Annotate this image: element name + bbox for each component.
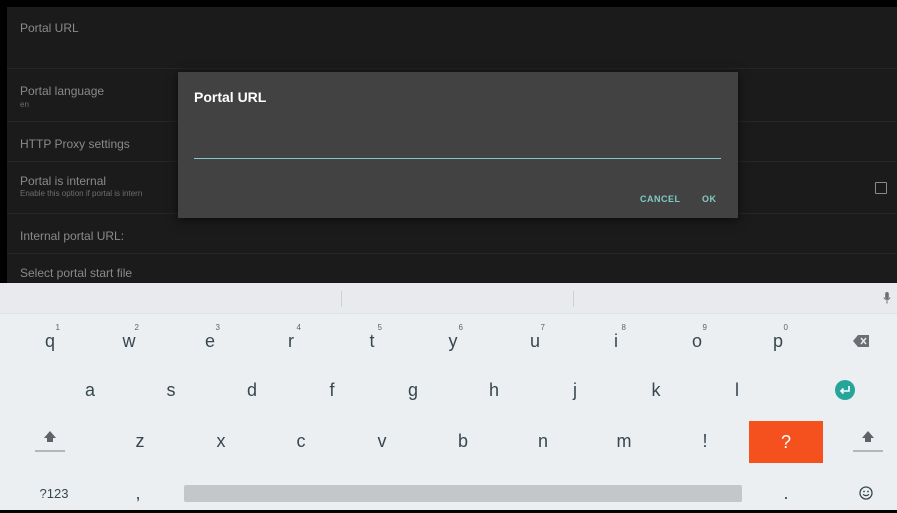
key-label: y: [448, 330, 458, 351]
enter-icon: [835, 380, 855, 400]
portal-internal-checkbox[interactable]: [875, 182, 887, 194]
key-label: u: [529, 330, 540, 351]
key-hint: 0: [783, 323, 788, 332]
key-i[interactable]: i8: [592, 321, 640, 361]
key-r[interactable]: r4: [267, 321, 315, 361]
enter-key[interactable]: [825, 370, 865, 410]
emoji-icon: [859, 486, 873, 500]
key-o[interactable]: o9: [673, 321, 721, 361]
key-label: e: [204, 330, 215, 351]
period-key[interactable]: .: [766, 473, 806, 513]
key-s[interactable]: s: [147, 370, 195, 410]
shift-key-right[interactable]: [843, 421, 893, 461]
key-n[interactable]: n: [519, 421, 567, 461]
settings-row-title: HTTP Proxy settings: [20, 137, 130, 151]
key-b[interactable]: b: [439, 421, 487, 461]
settings-row-subtitle: Enable this option if portal is intern: [20, 189, 143, 198]
emoji-key[interactable]: [846, 473, 886, 513]
key-hint: 4: [296, 323, 301, 332]
key-hint: 8: [621, 323, 626, 332]
key-h[interactable]: h: [470, 370, 518, 410]
key-c[interactable]: c: [277, 421, 325, 461]
key-hint: 1: [55, 323, 60, 332]
settings-row-portal-url[interactable]: Portal URL: [7, 7, 897, 69]
microphone-icon[interactable]: [883, 292, 891, 304]
key-hint: 5: [377, 323, 382, 332]
key-label: r: [288, 330, 294, 351]
key-e[interactable]: e3: [186, 321, 234, 361]
backspace-key[interactable]: [831, 321, 891, 361]
key-hint: 7: [540, 323, 545, 332]
key-v[interactable]: v: [358, 421, 406, 461]
settings-row-portal-start-file[interactable]: Select portal start file: [7, 254, 897, 283]
key-d[interactable]: d: [228, 370, 276, 410]
settings-row-title: Portal is internal: [20, 174, 107, 188]
key-m[interactable]: m: [600, 421, 648, 461]
key-hint: 2: [134, 323, 139, 332]
key-label: o: [691, 330, 702, 351]
key-hint: 9: [702, 323, 707, 332]
spacebar[interactable]: [184, 485, 742, 502]
key-a[interactable]: a: [66, 370, 114, 410]
ok-button[interactable]: OK: [702, 194, 717, 204]
shift-key-left[interactable]: [25, 421, 75, 461]
backspace-icon: [853, 335, 869, 347]
key-w[interactable]: w2: [105, 321, 153, 361]
comma-key[interactable]: ,: [118, 473, 158, 513]
key-exclamation[interactable]: !: [681, 421, 729, 461]
soft-keyboard: ?123 , . q1w2e3r4t5y6u7i8o9p0asdfghjklzx…: [0, 283, 897, 510]
settings-row-title: Select portal start file: [20, 266, 133, 280]
suggestion-divider: [341, 291, 342, 307]
settings-row-title: Internal portal URL:: [20, 229, 125, 243]
portal-url-input[interactable]: [194, 136, 721, 159]
key-label: i: [614, 330, 618, 351]
settings-row-internal-portal-url[interactable]: Internal portal URL:: [7, 214, 897, 254]
portal-url-dialog: Portal URL CANCEL OK: [178, 72, 738, 218]
key-t[interactable]: t5: [348, 321, 396, 361]
key-z[interactable]: z: [116, 421, 164, 461]
suggestion-strip: [0, 283, 897, 314]
key-hint: 6: [458, 323, 463, 332]
shift-icon: [35, 431, 65, 452]
key-label: p: [772, 330, 783, 351]
key-label: t: [369, 330, 375, 351]
settings-row-subtitle: en: [20, 100, 29, 109]
key-j[interactable]: j: [551, 370, 599, 410]
key-label: q: [44, 330, 55, 351]
key-f[interactable]: f: [308, 370, 356, 410]
key-label: w: [122, 330, 136, 351]
key-x[interactable]: x: [197, 421, 245, 461]
settings-row-title: Portal language: [20, 84, 105, 98]
key-l[interactable]: l: [713, 370, 761, 410]
key-y[interactable]: y6: [429, 321, 477, 361]
key-g[interactable]: g: [389, 370, 437, 410]
suggestion-divider: [573, 291, 574, 307]
symbols-key[interactable]: ?123: [25, 473, 83, 513]
shift-icon: [853, 431, 883, 452]
settings-row-title: Portal URL: [20, 21, 79, 35]
key-k[interactable]: k: [632, 370, 680, 410]
key-q[interactable]: q1: [26, 321, 74, 361]
key-hint: 3: [215, 323, 220, 332]
dialog-title: Portal URL: [194, 89, 267, 105]
cancel-button[interactable]: CANCEL: [640, 194, 681, 204]
key-p[interactable]: p0: [754, 321, 802, 361]
key-question[interactable]: ?: [749, 421, 823, 463]
key-u[interactable]: u7: [511, 321, 559, 361]
